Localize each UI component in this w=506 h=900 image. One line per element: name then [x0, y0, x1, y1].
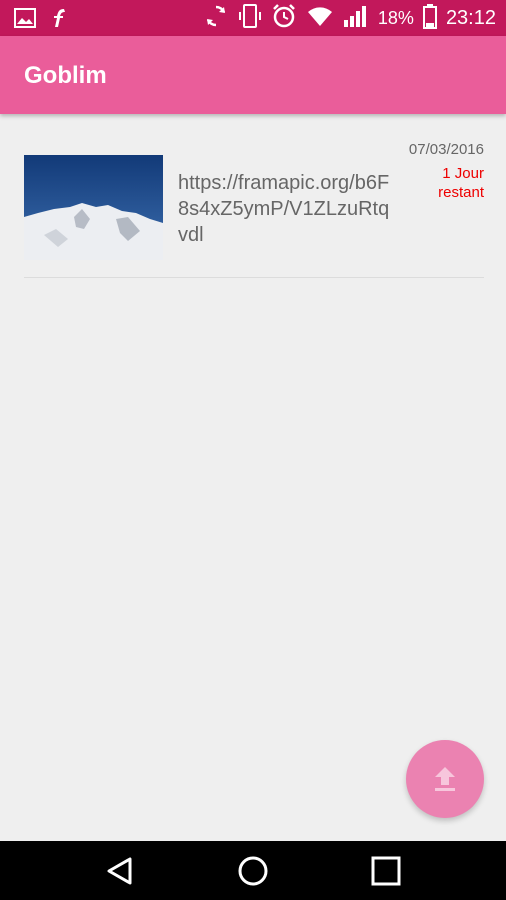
upload-url[interactable]: https://framapic.org/b6F8s4xZ5ymP/V1ZLzu…	[178, 170, 398, 248]
status-bar-right: 18% 23:12	[203, 3, 496, 34]
image-icon	[14, 7, 36, 34]
back-icon[interactable]	[104, 855, 136, 892]
app-title: Goblim	[24, 62, 107, 89]
upload-date: 07/03/2016	[408, 141, 484, 158]
wifi-icon	[306, 4, 334, 33]
upload-list-item[interactable]: https://framapic.org/b6F8s4xZ5ymP/V1ZLzu…	[24, 140, 484, 278]
sync-icon	[203, 3, 229, 34]
flash-icon	[50, 7, 70, 34]
navigation-bar	[0, 841, 506, 900]
vibrate-icon	[238, 3, 262, 34]
battery-icon	[422, 3, 437, 34]
status-bar-left	[14, 7, 70, 34]
recents-icon[interactable]	[370, 855, 402, 892]
clock: 23:12	[445, 6, 496, 29]
upload-thumbnail[interactable]	[24, 155, 163, 260]
app-bar: Goblim	[0, 36, 506, 114]
upload-button[interactable]	[406, 740, 484, 818]
status-bar: 18% 23:12	[0, 0, 506, 36]
battery-percent: 18%	[377, 7, 414, 28]
signal-icon	[343, 4, 369, 33]
remaining-time: 1 Jour restant	[438, 165, 484, 201]
alarm-icon	[271, 3, 297, 34]
home-icon[interactable]	[237, 855, 269, 892]
